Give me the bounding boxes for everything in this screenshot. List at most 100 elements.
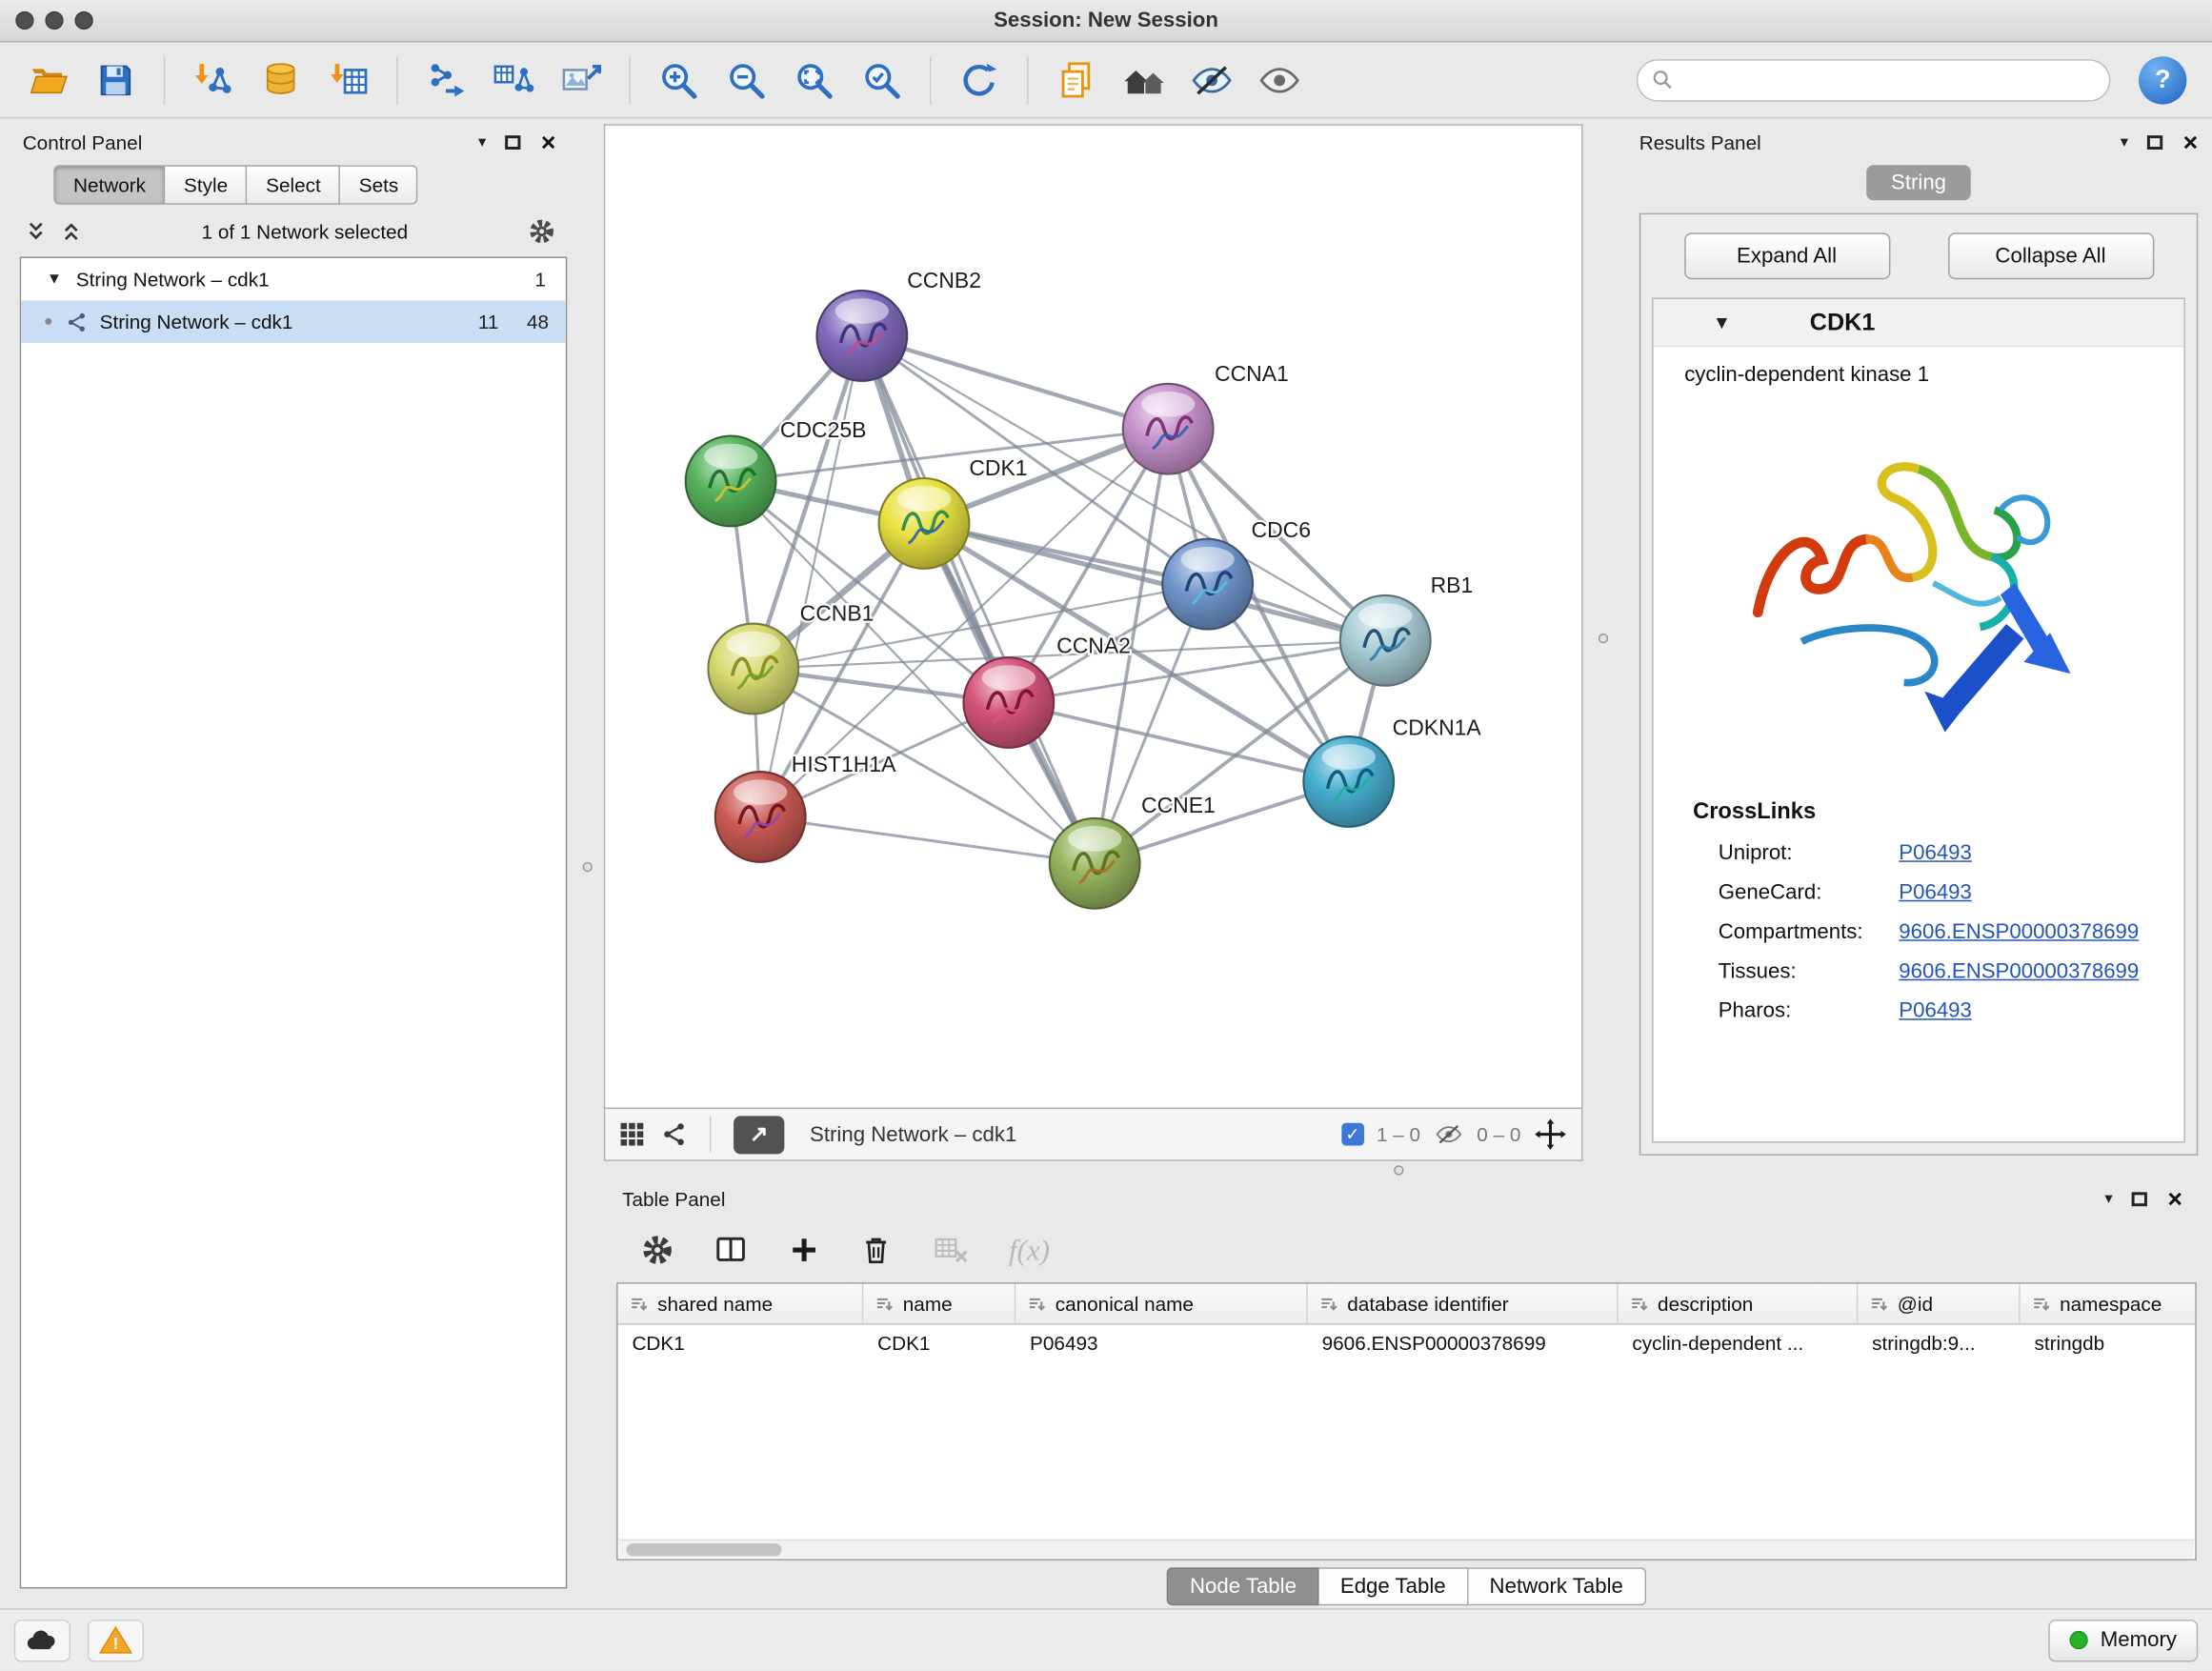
close-panel-icon[interactable]: × [541,130,556,155]
float-panel-icon[interactable] [2132,1192,2147,1206]
network-edge[interactable] [862,335,1095,863]
crosslink-link[interactable]: P06493 [1899,998,1972,1022]
import-table-file-button[interactable] [317,50,379,110]
network-node-ccna1[interactable]: CCNA1 [1123,361,1289,474]
collapse-all-button[interactable]: Collapse All [1947,232,2153,279]
panel-menu-icon[interactable]: ▾ [2121,134,2128,150]
column-header--id[interactable]: @id [1858,1284,2020,1323]
close-panel-icon[interactable]: × [2167,1186,2182,1212]
network-row-selected[interactable]: ● String Network – cdk1 11 48 [21,300,566,342]
close-panel-icon[interactable]: × [2183,130,2199,155]
expand-all-icon[interactable] [61,220,82,243]
network-node-hist1h1a[interactable]: HIST1H1A [715,752,896,862]
copy-network-button[interactable] [1045,50,1107,110]
float-panel-icon[interactable] [2148,135,2163,150]
zoom-fit-icon [793,58,835,100]
horizontal-scrollbar[interactable] [619,1540,2194,1558]
show-structures-button[interactable] [1249,50,1311,110]
network-edge[interactable] [862,335,1168,429]
export-image-button[interactable] [551,50,613,110]
vertical-splitter[interactable] [570,124,604,1608]
string-home-button[interactable] [1113,50,1175,110]
entry-header[interactable]: ▼ CDK1 [1654,299,2184,347]
column-header-canonical-name[interactable]: canonical name [1016,1284,1308,1323]
cloud-button[interactable] [14,1619,70,1661]
node-table: shared name namecanonical namedatabase id… [616,1282,2197,1560]
horizontal-splitter[interactable] [604,1161,2212,1181]
crosslink-label: Pharos: [1719,998,1900,1022]
panel-menu-icon[interactable]: ▾ [478,134,486,150]
table-options-gear-icon[interactable] [640,1233,674,1267]
crosslink-row: GeneCard:P06493 [1654,880,2184,904]
warnings-button[interactable]: ! [88,1619,144,1661]
float-panel-icon[interactable] [506,135,521,150]
network-canvas[interactable]: CCNB2CCNA1CDC25BCDK1CDC6RB1CCNB1CCNA2CDK… [605,126,1581,1108]
gear-icon[interactable] [528,217,556,246]
network-node-rb1[interactable]: RB1 [1340,573,1473,686]
crosslink-link[interactable]: P06493 [1899,880,1972,904]
save-session-button[interactable] [85,50,147,110]
network-edge[interactable] [760,335,862,816]
node-label: CDK1 [969,455,1027,480]
crosslink-link[interactable]: 9606.ENSP00000378699 [1899,959,2139,983]
network-edge[interactable] [760,816,1095,863]
splitter-handle[interactable] [1394,1165,1403,1175]
zoom-in-button[interactable] [648,50,710,110]
tab-network[interactable]: Network [53,165,166,204]
help-button[interactable]: ? [2139,55,2186,103]
table-row[interactable]: CDK1CDK1P064939606.ENSP00000378699cyclin… [618,1325,2196,1362]
memory-button[interactable]: Memory [2048,1619,2198,1661]
hidden-count: 0 – 0 [1477,1123,1520,1146]
network-node-cdk1[interactable]: CDK1 [879,455,1028,569]
column-header-database-identifier[interactable]: database identifier [1308,1284,1619,1323]
column-header-shared-name[interactable]: shared name [618,1284,864,1323]
splitter-handle[interactable] [583,862,593,872]
zoom-fit-button[interactable] [783,50,845,110]
tab-edge-table[interactable]: Edge Table [1319,1567,1469,1605]
apply-layout-button[interactable] [948,50,1010,110]
tab-string[interactable]: String [1867,165,1970,200]
network-from-table-button[interactable] [482,50,544,110]
panel-menu-icon[interactable]: ▾ [2104,1192,2112,1207]
zoom-selected-button[interactable] [851,50,913,110]
network-node-cdc6[interactable]: CDC6 [1162,517,1311,629]
delete-columns-trash-icon[interactable] [859,1233,894,1267]
network-from-selection-button[interactable] [414,50,476,110]
tab-node-table[interactable]: Node Table [1167,1567,1318,1605]
network-edge[interactable] [1009,702,1349,781]
vertical-splitter[interactable] [1583,124,1625,1160]
open-session-button[interactable] [17,50,79,110]
entry-collapse-icon[interactable]: ▼ [1713,312,1731,332]
column-header-description[interactable]: description [1619,1284,1859,1323]
pan-move-icon[interactable] [1534,1117,1568,1152]
column-header-name[interactable]: name [863,1284,1016,1323]
column-label: shared name [657,1293,773,1316]
network-collection-row[interactable]: ▼ String Network – cdk1 1 [21,258,566,300]
show-columns-icon[interactable] [713,1233,750,1267]
toggle-glass-effect-button[interactable] [1181,50,1243,110]
network-node-ccne1[interactable]: CCNE1 [1050,793,1216,909]
tab-sets[interactable]: Sets [340,165,417,204]
tab-select[interactable]: Select [248,165,341,204]
network-node-cdkn1a[interactable]: CDKN1A [1303,715,1481,827]
tab-network-table[interactable]: Network Table [1468,1567,1645,1605]
import-network-database-button[interactable] [250,50,312,110]
column-header-namespace[interactable]: namespace [2021,1284,2197,1323]
collapse-all-icon[interactable] [26,220,47,243]
share-network-icon[interactable] [662,1121,688,1147]
zoom-out-button[interactable] [715,50,777,110]
selected-checkbox[interactable]: ✓ [1341,1123,1364,1146]
splitter-handle[interactable] [1599,634,1608,643]
birds-eye-view-icon[interactable] [619,1121,645,1147]
crosslink-link[interactable]: P06493 [1899,841,1972,865]
create-column-plus-icon[interactable] [787,1233,821,1267]
crosslink-link[interactable]: 9606.ENSP00000378699 [1899,920,2139,944]
tree-expand-icon[interactable]: ▼ [47,272,62,287]
open-in-new-window-button[interactable]: ↗ [734,1116,784,1154]
scrollbar-thumb[interactable] [627,1543,782,1556]
search-input[interactable] [1683,69,2095,91]
import-network-file-button[interactable] [182,50,244,110]
tab-style[interactable]: Style [166,165,248,204]
network-edge[interactable] [924,523,1385,640]
expand-all-button[interactable]: Expand All [1683,232,1889,279]
